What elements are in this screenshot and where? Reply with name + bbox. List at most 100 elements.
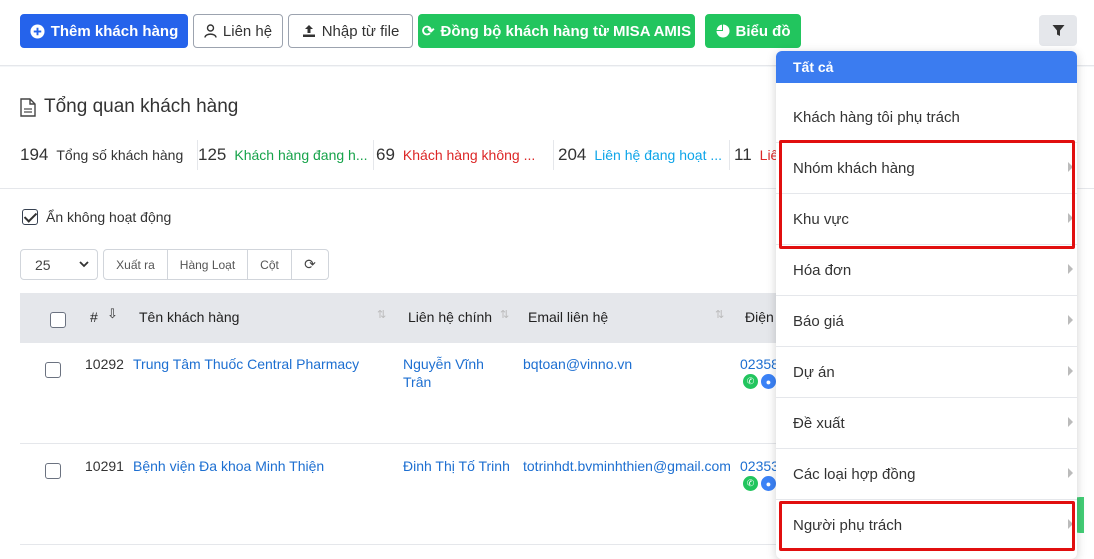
filter-option-all[interactable]: Tất cả xyxy=(776,51,1077,83)
chat-icon[interactable]: ● xyxy=(761,476,776,491)
col-main-contact[interactable]: Liên hệ chính xyxy=(408,309,492,325)
contact-button[interactable]: Liên hệ xyxy=(193,14,283,48)
stat-label: Tổng số khách hàng xyxy=(56,147,184,163)
caret-right-icon xyxy=(1068,162,1073,172)
filter-option-customer-group[interactable]: Nhóm khách hàng xyxy=(776,143,1077,194)
sync-misa-button[interactable]: ⟳ Đồng bộ khách hàng từ MISA AMIS xyxy=(418,14,695,48)
phone-link[interactable]: 02358 xyxy=(740,355,779,373)
col-index[interactable]: # xyxy=(90,309,98,325)
main-contact-link[interactable]: Nguyễn Vĩnh Trân xyxy=(403,355,484,391)
plus-circle-icon xyxy=(30,23,45,39)
page-size-select[interactable]: 25 xyxy=(20,249,98,280)
columns-label: Cột xyxy=(260,257,279,272)
sort-icon[interactable]: ⇅ xyxy=(715,308,724,321)
stat-value: 69 xyxy=(376,145,395,164)
caret-right-icon xyxy=(1068,366,1073,376)
export-label: Xuất ra xyxy=(116,257,155,272)
stat-total-customers[interactable]: 194 Tổng số khách hàng xyxy=(20,140,198,170)
chart-label: Biểu đồ xyxy=(735,22,791,40)
caret-right-icon xyxy=(1068,468,1073,478)
pie-chart-icon xyxy=(716,24,729,38)
sort-icon[interactable]: ⇅ xyxy=(377,308,386,321)
stat-value: 125 xyxy=(198,145,227,164)
col-email[interactable]: Email liên hệ xyxy=(528,309,608,325)
main-contact-link[interactable]: Đinh Thị Tố Trinh xyxy=(403,457,510,475)
customer-name-link[interactable]: Trung Tâm Thuốc Central Pharmacy xyxy=(133,355,359,373)
page-size-value: 25 xyxy=(35,256,51,273)
filter-option-label: Báo giá xyxy=(793,312,844,330)
upload-icon xyxy=(302,25,315,37)
filter-dropdown: Tất cả Khách hàng tôi phụ trách Nhóm khá… xyxy=(776,51,1077,559)
add-customer-button[interactable]: Thêm khách hàng xyxy=(20,14,188,48)
stat-active-customers[interactable]: 125 Khách hàng đang h... xyxy=(198,140,374,170)
filter-option-quote[interactable]: Báo giá xyxy=(776,296,1077,347)
sort-icon[interactable]: ⇅ xyxy=(500,308,509,321)
filter-option-label: Nhóm khách hàng xyxy=(793,159,915,177)
import-file-button[interactable]: Nhập từ file xyxy=(288,14,413,48)
filter-icon xyxy=(1052,25,1064,36)
chart-button[interactable]: Biểu đồ xyxy=(705,14,801,48)
table-row: 10291 Bệnh viện Đa khoa Minh Thiện Đinh … xyxy=(20,444,780,545)
stat-value: 204 xyxy=(558,145,587,164)
filter-option-contract-types[interactable]: Các loại hợp đồng xyxy=(776,449,1077,500)
phone-actions: ✆ ● xyxy=(743,476,776,491)
table-header: # ⇩ Tên khách hàng ⇅ Liên hệ chính ⇅ Ema… xyxy=(20,293,780,343)
chevron-down-icon xyxy=(79,261,89,268)
overview-heading: Tổng quan khách hàng xyxy=(20,96,238,118)
row-id: 10291 xyxy=(85,458,124,474)
filter-option-label: Khu vực xyxy=(793,210,849,228)
stat-label: Liên hệ đang hoạt ... xyxy=(594,147,723,163)
bulk-actions-button[interactable]: Hàng Loạt xyxy=(168,250,248,279)
stat-label: Khách hàng không ... xyxy=(402,147,536,163)
phone-link[interactable]: 02353 xyxy=(740,457,779,475)
email-link[interactable]: totrinhdt.bvminhthien@gmail.com xyxy=(523,457,731,475)
row-id: 10292 xyxy=(85,356,124,372)
hide-inactive-toggle[interactable]: Ẩn không hoạt động xyxy=(22,209,171,225)
select-all-checkbox[interactable] xyxy=(50,312,66,328)
phone-actions: ✆ ● xyxy=(743,374,776,389)
row-checkbox[interactable] xyxy=(45,463,61,479)
stats-bar: 194 Tổng số khách hàng 125 Khách hàng đa… xyxy=(20,140,790,170)
filter-option-label: Các loại hợp đồng xyxy=(793,465,916,483)
contact-name-line: Nguyễn Vĩnh xyxy=(403,356,484,372)
user-icon xyxy=(204,24,217,38)
customer-name-link[interactable]: Bệnh viện Đa khoa Minh Thiện xyxy=(133,457,324,475)
stat-active-contacts[interactable]: 204 Liên hệ đang hoạt ... xyxy=(554,140,730,170)
filter-option-invoice[interactable]: Hóa đơn xyxy=(776,245,1077,296)
refresh-icon: ⟳ xyxy=(304,256,316,272)
stat-label: Khách hàng đang h... xyxy=(234,147,368,163)
caret-right-icon xyxy=(1068,315,1073,325)
reload-button[interactable]: ⟳ xyxy=(292,250,328,279)
overview-title: Tổng quan khách hàng xyxy=(44,96,239,117)
phone-call-icon[interactable]: ✆ xyxy=(743,374,758,389)
filter-option-label: Đề xuất xyxy=(793,414,845,432)
sort-desc-icon[interactable]: ⇩ xyxy=(107,306,118,322)
refresh-icon: ⟳ xyxy=(421,23,435,40)
col-phone[interactable]: Điện xyxy=(745,309,774,325)
row-checkbox[interactable] xyxy=(45,362,61,378)
stat-value: 194 xyxy=(20,145,49,164)
filter-option-label: Dự án xyxy=(793,363,835,381)
bulk-actions-label: Hàng Loạt xyxy=(179,257,236,272)
phone-call-icon[interactable]: ✆ xyxy=(743,476,758,491)
hide-inactive-checkbox[interactable] xyxy=(22,209,38,225)
filter-option-label: Người phụ trách xyxy=(793,517,903,534)
import-file-label: Nhập từ file xyxy=(321,22,400,40)
col-customer-name[interactable]: Tên khách hàng xyxy=(139,309,239,325)
email-link[interactable]: bqtoan@vinno.vn xyxy=(523,355,632,373)
caret-right-icon xyxy=(1068,519,1073,529)
columns-button[interactable]: Cột xyxy=(248,250,292,279)
filter-option-region[interactable]: Khu vực xyxy=(776,194,1077,245)
filter-option-project[interactable]: Dự án xyxy=(776,347,1077,398)
export-button[interactable]: Xuất ra xyxy=(104,250,168,279)
document-icon xyxy=(20,97,36,117)
filter-button[interactable] xyxy=(1039,15,1077,46)
filter-option-proposal[interactable]: Đề xuất xyxy=(776,398,1077,449)
contact-label: Liên hệ xyxy=(222,22,273,40)
stat-inactive-customers[interactable]: 69 Khách hàng không ... xyxy=(374,140,554,170)
caret-right-icon xyxy=(1068,264,1073,274)
filter-option-label: Hóa đơn xyxy=(793,261,852,279)
chat-icon[interactable]: ● xyxy=(761,374,776,389)
filter-option-assignee[interactable]: Người phụ trách xyxy=(776,500,1077,551)
filter-option-my-customers[interactable]: Khách hàng tôi phụ trách xyxy=(776,92,1077,143)
